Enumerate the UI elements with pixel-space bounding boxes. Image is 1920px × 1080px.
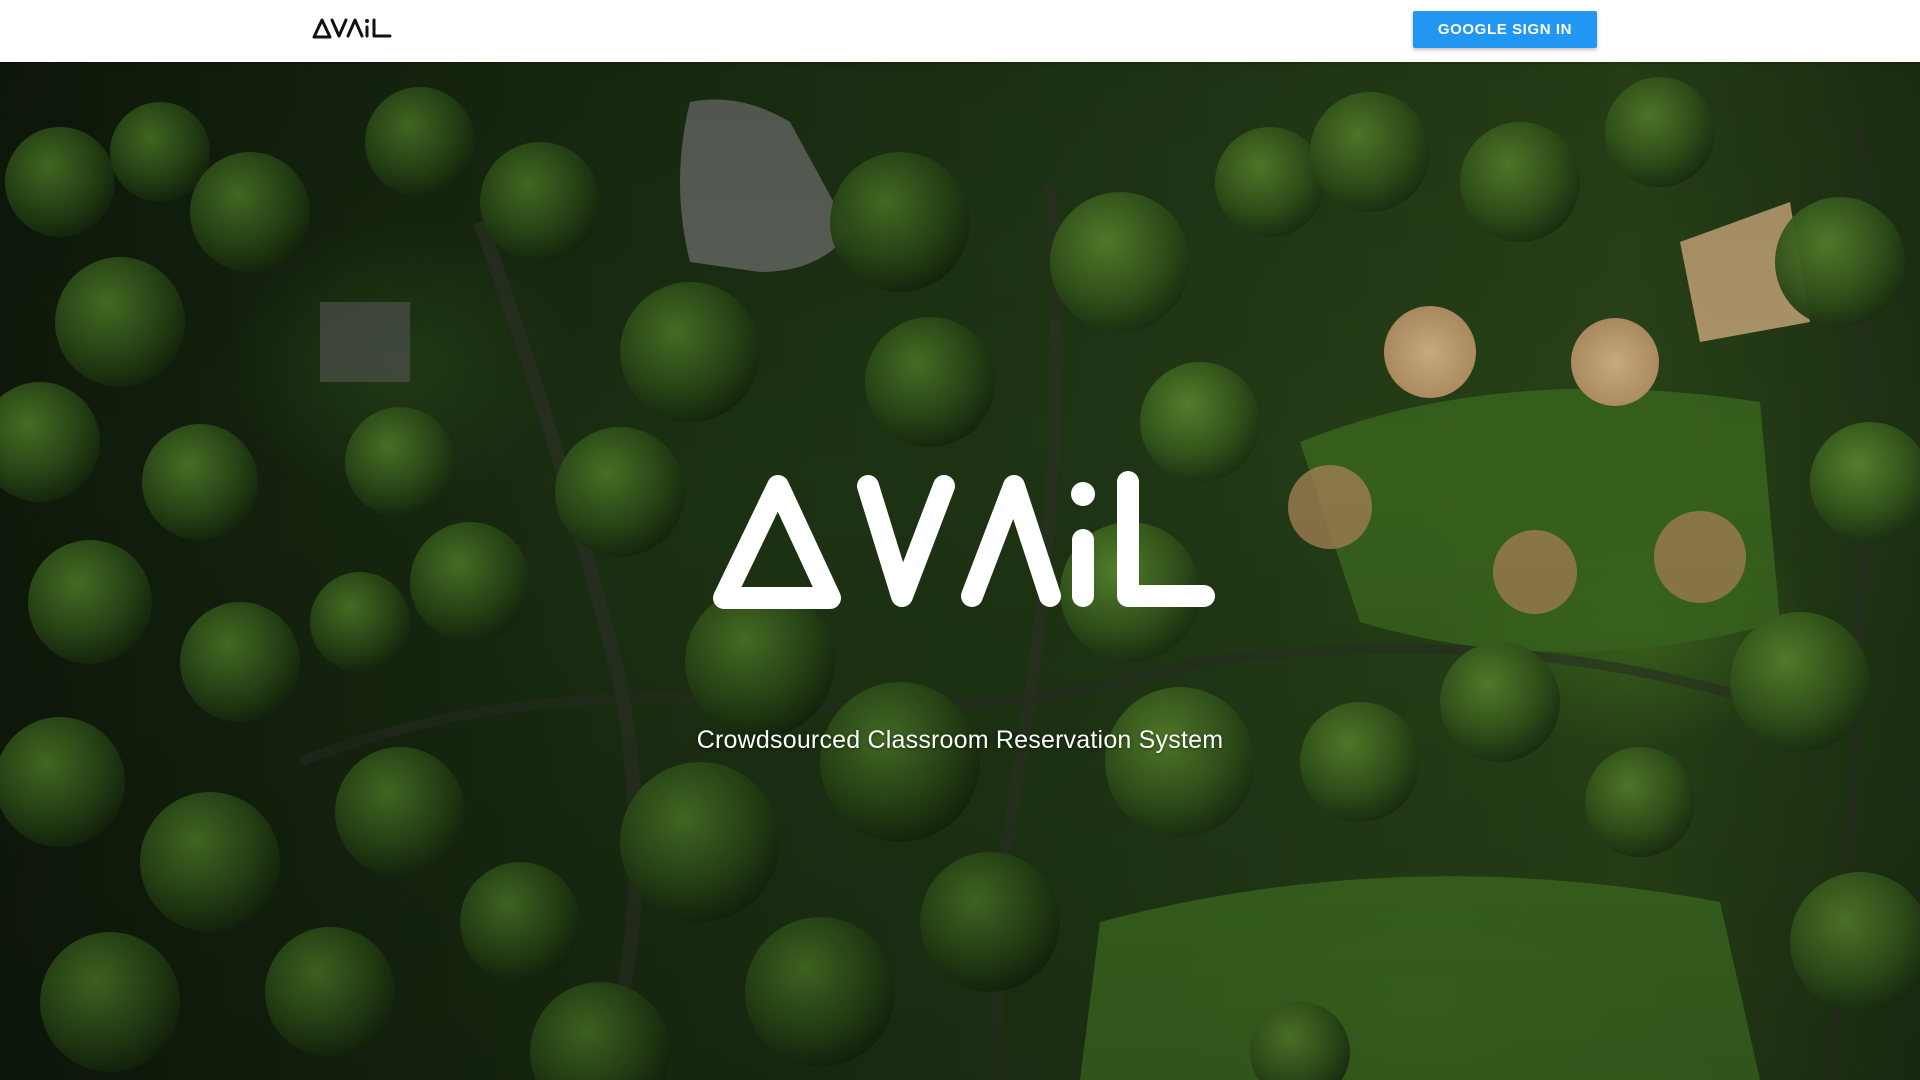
hero-section: Crowdsourced Classroom Reservation Syste… bbox=[0, 62, 1920, 1080]
avail-logo-mark bbox=[312, 18, 392, 39]
avail-logo[interactable] bbox=[312, 17, 392, 39]
top-navbar: GOOGLE SIGN IN bbox=[0, 0, 1920, 62]
hero-tagline: Crowdsourced Classroom Reservation Syste… bbox=[696, 726, 1224, 754]
avail-hero-logo-mark bbox=[713, 471, 1215, 609]
avail-hero-logo bbox=[710, 468, 1216, 610]
google-sign-in-button[interactable]: GOOGLE SIGN IN bbox=[1413, 11, 1597, 48]
